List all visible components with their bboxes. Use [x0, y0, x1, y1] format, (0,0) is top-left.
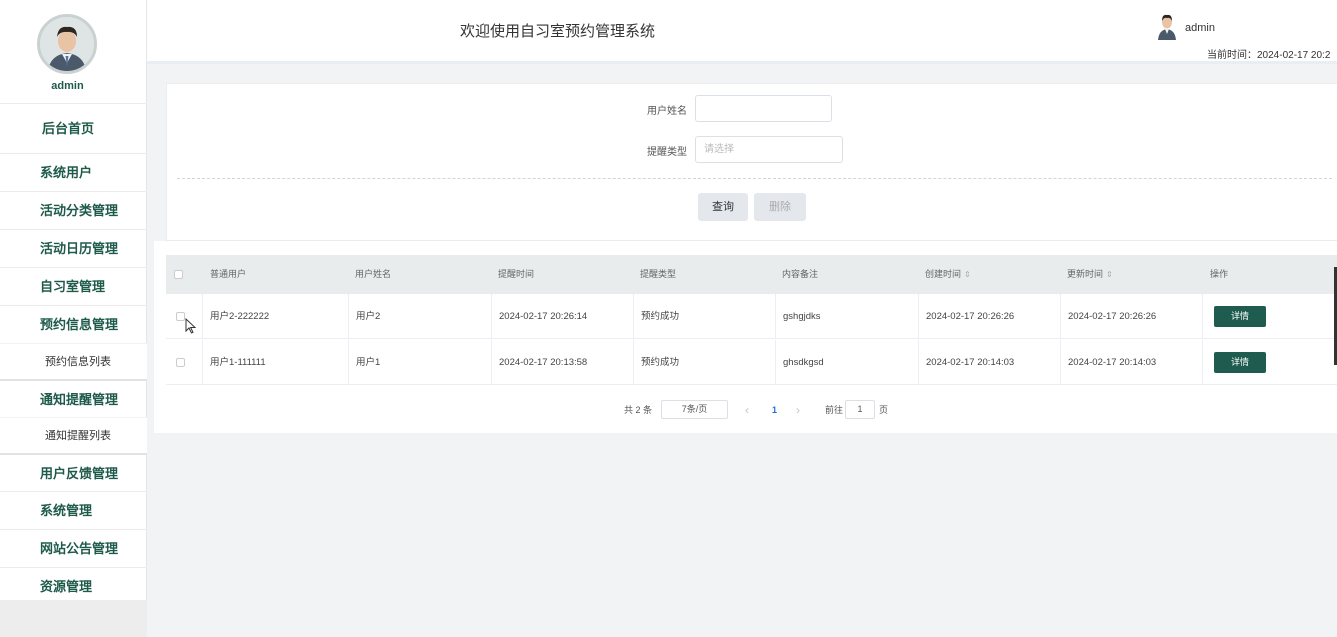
- menu-item-study-room[interactable]: 自习室管理: [0, 267, 147, 305]
- col-header-remind-type: 提醒类型: [640, 269, 677, 279]
- sidebar-avatar: [37, 14, 97, 74]
- select-all-checkbox[interactable]: [174, 270, 183, 279]
- goto-label: 前往: [825, 405, 844, 415]
- cell-content: gshgjdks: [775, 294, 918, 339]
- pagination-total: 共 2 条: [624, 405, 653, 415]
- row-checkbox[interactable]: [176, 358, 185, 367]
- col-header-created-label: 创建时间: [925, 269, 962, 279]
- sidebar: admin 后台首页 系统用户 活动分类管理 活动日历管理 自习室管理 预约信息…: [0, 0, 147, 600]
- cell-name: 用户1: [348, 340, 491, 385]
- sidebar-username: admin: [51, 80, 84, 92]
- cell-remind-type: 预约成功: [633, 340, 775, 385]
- table-row: 用户1-111111 用户1 2024-02-17 20:13:58 预约成功 …: [166, 340, 1337, 385]
- table-panel: 普通用户 用户姓名 提醒时间 提醒类型 内容备注 创建时间 ⇕ 更新时间 ⇕ 操作 …: [154, 241, 1337, 433]
- col-header-name: 用户姓名: [355, 269, 392, 279]
- goto-page-input[interactable]: 1: [845, 400, 875, 419]
- menu-item-system-settings[interactable]: 系统管理: [0, 491, 147, 529]
- col-header-user: 普通用户: [210, 269, 247, 279]
- cell-remind-type: 预约成功: [633, 294, 775, 339]
- header-username[interactable]: admin: [1185, 22, 1215, 34]
- menu-item-activity-category[interactable]: 活动分类管理: [0, 191, 147, 229]
- cell-remind-time: 2024-02-17 20:13:58: [491, 340, 633, 385]
- page-number-current[interactable]: 1: [772, 400, 777, 420]
- search-panel: 用户姓名 提醒类型 请选择 查询 删除: [166, 83, 1337, 241]
- sidebar-menu: 后台首页 系统用户 活动分类管理 活动日历管理 自习室管理 预约信息管理 预约信…: [0, 103, 147, 605]
- user-name-input[interactable]: [695, 95, 832, 122]
- detail-button[interactable]: 详情: [1214, 352, 1266, 373]
- prev-page-icon[interactable]: ‹: [745, 400, 749, 420]
- reminder-type-select[interactable]: 请选择: [695, 136, 843, 163]
- col-header-updated-label: 更新时间: [1067, 269, 1104, 279]
- row-checkbox[interactable]: [176, 312, 185, 321]
- menu-item-notification[interactable]: 通知提醒管理: [0, 379, 147, 417]
- mouse-cursor-icon: [185, 317, 197, 334]
- menu-item-dashboard[interactable]: 后台首页: [0, 103, 147, 153]
- delete-button[interactable]: 删除: [754, 193, 806, 221]
- menu-item-system-users[interactable]: 系统用户: [0, 153, 147, 191]
- header-avatar[interactable]: [1157, 12, 1177, 40]
- menu-item-announcements[interactable]: 网站公告管理: [0, 529, 147, 567]
- sort-icon[interactable]: ⇕: [964, 270, 971, 279]
- page-size-select[interactable]: 7条/页: [661, 400, 728, 419]
- col-header-content: 内容备注: [782, 269, 819, 279]
- menu-subitem-reservation-list[interactable]: 预约信息列表: [0, 343, 147, 379]
- menu-item-reservation[interactable]: 预约信息管理: [0, 305, 147, 343]
- page-suffix: 页: [879, 405, 889, 415]
- cell-updated: 2024-02-17 20:26:26: [1060, 294, 1202, 339]
- current-time: 当前时间：2024-02-17 20:2: [1207, 50, 1331, 61]
- cell-user: 用户2-222222: [202, 294, 348, 339]
- table-header: 普通用户 用户姓名 提醒时间 提醒类型 内容备注 创建时间 ⇕ 更新时间 ⇕ 操作: [166, 255, 1337, 294]
- cell-created: 2024-02-17 20:14:03: [918, 340, 1060, 385]
- menu-subitem-notification-list[interactable]: 通知提醒列表: [0, 417, 147, 453]
- divider: [177, 178, 1332, 179]
- cell-user: 用户1-111111: [202, 340, 348, 385]
- menu-item-feedback[interactable]: 用户反馈管理: [0, 453, 147, 491]
- detail-button[interactable]: 详情: [1214, 306, 1266, 327]
- query-button[interactable]: 查询: [698, 193, 748, 221]
- col-header-updated[interactable]: 更新时间 ⇕: [1067, 255, 1113, 294]
- cell-actions: 详情: [1202, 294, 1337, 339]
- cell-content: ghsdkgsd: [775, 340, 918, 385]
- col-header-actions: 操作: [1210, 269, 1229, 279]
- page-title: 欢迎使用自习室预约管理系统: [460, 23, 656, 40]
- sidebar-background: admin 后台首页 系统用户 活动分类管理 活动日历管理 自习室管理 预约信息…: [0, 0, 147, 637]
- next-page-icon[interactable]: ›: [796, 400, 800, 420]
- cell-name: 用户2: [348, 294, 491, 339]
- cell-updated: 2024-02-17 20:14:03: [1060, 340, 1202, 385]
- menu-item-activity-calendar[interactable]: 活动日历管理: [0, 229, 147, 267]
- menu-item-resources[interactable]: 资源管理: [0, 567, 147, 605]
- top-header: 欢迎使用自习室预约管理系统 admin 当前时间：2024-02-17 20:2: [147, 0, 1337, 64]
- reminder-type-label: 提醒类型: [647, 147, 687, 158]
- user-name-label: 用户姓名: [647, 106, 687, 117]
- cell-actions: 详情: [1202, 340, 1337, 385]
- table-row: 用户2-222222 用户2 2024-02-17 20:26:14 预约成功 …: [166, 294, 1337, 339]
- col-header-remind-time: 提醒时间: [498, 269, 535, 279]
- col-header-created[interactable]: 创建时间 ⇕: [925, 255, 971, 294]
- sort-icon[interactable]: ⇕: [1106, 270, 1113, 279]
- cell-remind-time: 2024-02-17 20:26:14: [491, 294, 633, 339]
- cell-created: 2024-02-17 20:26:26: [918, 294, 1060, 339]
